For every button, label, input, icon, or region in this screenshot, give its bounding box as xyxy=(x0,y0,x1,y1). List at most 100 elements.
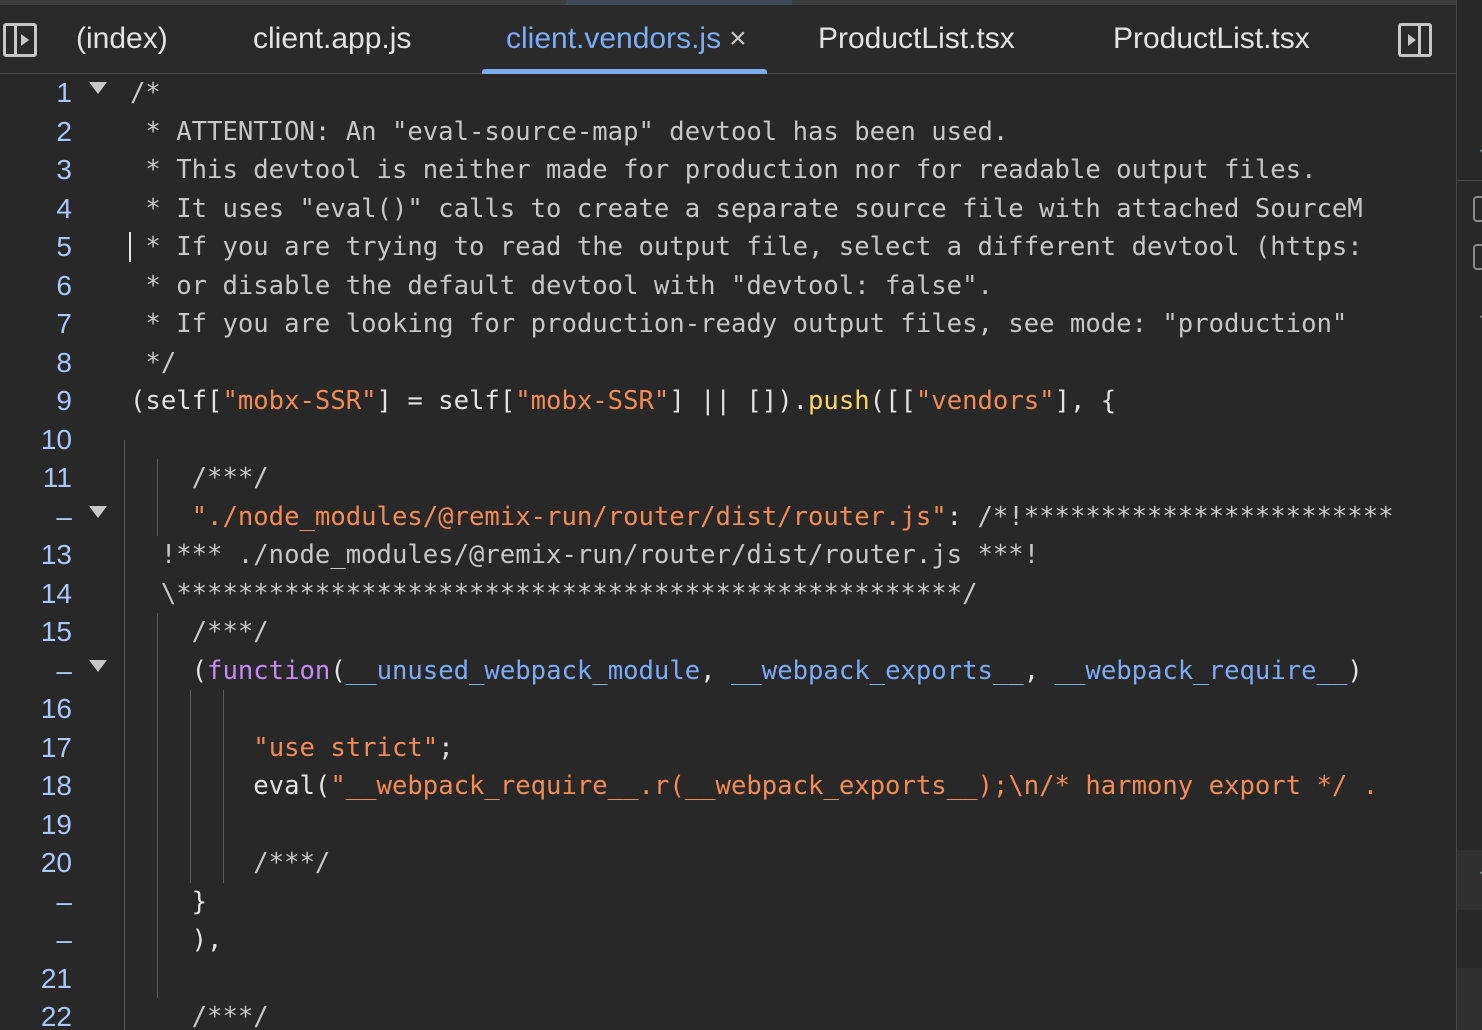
indent-guide xyxy=(124,439,125,1030)
line-number[interactable]: – xyxy=(0,498,72,536)
line-number[interactable]: 21 xyxy=(0,960,72,998)
code-token: "mobx-SSR" xyxy=(222,386,377,416)
line-number[interactable]: 19 xyxy=(0,806,72,844)
code-line[interactable]: ), xyxy=(130,921,223,959)
code-line[interactable]: /***/ xyxy=(130,613,269,651)
line-number[interactable]: 4 xyxy=(0,190,72,228)
line-number[interactable]: 1 xyxy=(0,74,72,112)
line-number[interactable]: 22 xyxy=(0,998,72,1030)
tab-productlist-tsx[interactable]: ProductList.tsx xyxy=(818,5,1015,73)
tab-client-vendors-js[interactable]: client.vendors.js × xyxy=(482,5,767,74)
code-line[interactable]: \***************************************… xyxy=(130,575,978,613)
code-token: \***************************************… xyxy=(130,578,978,609)
code-token: "./node_modules/@remix-run/router/dist/r… xyxy=(130,501,947,532)
code-token: * If you are looking for production-read… xyxy=(130,309,1348,339)
code-line[interactable]: "use strict"; xyxy=(130,729,454,767)
line-number[interactable]: 20 xyxy=(0,844,72,882)
tab-index[interactable]: (index) xyxy=(76,5,168,73)
chevron-down-icon[interactable]: ⌄ xyxy=(1477,140,1482,157)
code-line[interactable]: /***/ xyxy=(130,998,269,1030)
tab-label: client.app.js xyxy=(253,22,412,55)
code-line[interactable]: * ATTENTION: An "eval-source-map" devtoo… xyxy=(130,113,1008,151)
code-content[interactable]: /* * ATTENTION: An "eval-source-map" dev… xyxy=(122,74,1456,1030)
code-line[interactable]: * or disable the default devtool with "d… xyxy=(130,267,992,305)
line-number-gutter: 1 2 3 4 5 6 7 8 9 10 11–13 14 15–16 17 18 19 20– –21 22 xyxy=(0,74,122,1030)
tab-productlist-tsx-2[interactable]: ProductList.tsx xyxy=(1113,5,1310,73)
line-number[interactable]: 2 xyxy=(0,113,72,151)
chevron-down-icon[interactable]: ⌄ xyxy=(1477,306,1482,323)
line-number[interactable]: 7 xyxy=(0,305,72,343)
editor-tab-bar: (index) client.app.js client.vendors.js … xyxy=(0,0,1456,74)
line-number[interactable]: 14 xyxy=(0,575,72,613)
code-line[interactable]: */ xyxy=(130,344,176,382)
panel-right-toggle-icon[interactable] xyxy=(1398,23,1432,57)
code-line[interactable]: * If you are looking for production-read… xyxy=(130,305,1347,343)
code-token: /* xyxy=(130,78,161,108)
code-token: ] = self[ xyxy=(376,386,516,416)
code-token: /***/ xyxy=(130,848,331,878)
code-line[interactable]: /***/ xyxy=(130,844,330,882)
tab-label: ProductList.tsx xyxy=(818,22,1015,55)
fold-arrow-icon[interactable] xyxy=(89,82,107,94)
code-line[interactable]: * If you are trying to read the output f… xyxy=(130,228,1363,266)
panel-left-toggle-icon[interactable] xyxy=(3,23,37,57)
line-number[interactable]: 13 xyxy=(0,536,72,574)
code-token: ) xyxy=(1347,655,1363,686)
line-number[interactable]: 15 xyxy=(0,613,72,651)
code-line[interactable]: "./node_modules/@remix-run/router/dist/r… xyxy=(130,498,1394,536)
line-number[interactable]: 8 xyxy=(0,344,72,382)
line-number[interactable]: 11 xyxy=(0,459,72,497)
code-token: "vendors" xyxy=(915,386,1055,416)
fold-arrow-icon[interactable] xyxy=(89,505,107,518)
line-number[interactable]: 5 xyxy=(0,228,72,266)
line-number[interactable]: 9 xyxy=(0,382,72,420)
line-number[interactable]: 3 xyxy=(0,151,72,189)
code-token: * ATTENTION: An "eval-source-map" devtoo… xyxy=(130,116,1009,147)
code-token: * This devtool is neither made for produ… xyxy=(130,155,1317,185)
code-line[interactable]: !*** ./node_modules/@remix-run/router/di… xyxy=(130,536,1039,574)
code-line[interactable]: /***/ xyxy=(130,459,269,497)
fold-arrow-icon[interactable] xyxy=(89,659,107,672)
code-line[interactable]: } xyxy=(130,883,207,921)
code-line[interactable]: (function(__unused_webpack_module, __web… xyxy=(130,652,1363,690)
tab-label: ProductList.tsx xyxy=(1113,22,1310,55)
code-line[interactable]: (self["mobx-SSR"] = self["mobx-SSR"] || … xyxy=(130,382,1116,420)
code-token: "__webpack_require__.r(__webpack_exports… xyxy=(330,771,1379,801)
tab-label: (index) xyxy=(76,22,168,55)
indent-guide xyxy=(157,459,158,536)
code-token: /*!************************ xyxy=(977,501,1394,532)
checkbox-icon[interactable] xyxy=(1473,196,1482,222)
code-line[interactable]: * This devtool is neither made for produ… xyxy=(130,151,1316,189)
code-token: */ xyxy=(130,347,177,378)
code-editor[interactable]: 1 2 3 4 5 6 7 8 9 10 11–13 14 15–16 17 18 19 20– –21 22 /*… xyxy=(0,74,1456,1030)
line-number[interactable]: 16 xyxy=(0,690,72,728)
code-token: /***/ xyxy=(130,463,269,493)
close-icon[interactable]: × xyxy=(729,24,747,54)
devtools-sources-panel: (index) client.app.js client.vendors.js … xyxy=(0,0,1482,1030)
checkbox-icon[interactable] xyxy=(1473,244,1482,270)
code-token: "mobx-SSR" xyxy=(515,386,670,416)
line-number[interactable]: 18 xyxy=(0,767,72,805)
indent-guide xyxy=(223,690,224,883)
code-token: * If you are trying to read the output f… xyxy=(130,232,1363,262)
line-number[interactable]: – xyxy=(0,921,72,959)
line-number[interactable]: 6 xyxy=(0,267,72,305)
code-token: : xyxy=(946,501,978,532)
code-token: ], { xyxy=(1054,386,1117,416)
code-token: ; xyxy=(438,732,454,763)
code-line[interactable]: /* xyxy=(130,74,161,112)
tab-client-app-js[interactable]: client.app.js xyxy=(253,5,411,73)
code-line[interactable]: eval("__webpack_require__.r(__webpack_ex… xyxy=(130,767,1378,805)
line-number[interactable]: 17 xyxy=(0,729,72,767)
code-token: * It uses "eval()" calls to create a sep… xyxy=(130,193,1363,224)
line-number[interactable]: 10 xyxy=(0,421,72,459)
code-token: ), xyxy=(130,925,223,955)
indent-guide xyxy=(157,613,158,998)
line-number[interactable]: – xyxy=(0,883,72,921)
line-number[interactable]: – xyxy=(0,652,72,690)
code-token: (self[ xyxy=(130,386,223,416)
text-cursor xyxy=(129,232,131,262)
chevron-down-icon[interactable]: ⌄ xyxy=(1477,862,1482,879)
code-line[interactable]: * It uses "eval()" calls to create a sep… xyxy=(130,190,1363,228)
code-token: function xyxy=(207,655,331,686)
